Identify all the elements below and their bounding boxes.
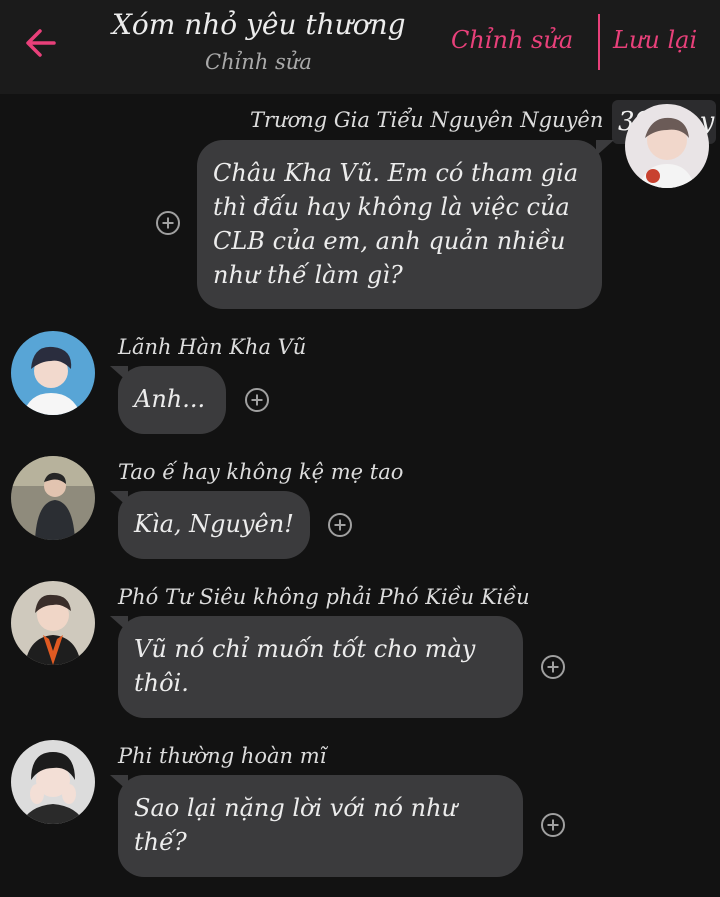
bubble-tail <box>110 366 128 382</box>
message-bubble[interactable]: Kìa, Nguyên! <box>118 491 310 559</box>
sender-name: Tao ế hay không kệ mẹ tao <box>118 460 404 484</box>
arrow-left-icon[interactable] <box>24 26 58 60</box>
message-bubble[interactable]: Sao lại nặng lời với nó như thế? <box>118 775 523 877</box>
avatar[interactable] <box>11 740 95 824</box>
plus-circle-icon[interactable] <box>155 210 181 236</box>
message-text: Sao lại nặng lời với nó như thế? <box>134 794 457 856</box>
edit-button[interactable]: Chỉnh sửa <box>451 26 573 54</box>
chat-title: Xóm nhỏ yêu thương <box>112 8 406 41</box>
bubble-tail <box>596 140 614 156</box>
avatar[interactable] <box>11 581 95 665</box>
plus-circle-icon[interactable] <box>244 387 270 413</box>
bubble-tail <box>110 491 128 507</box>
message-text: Anh... <box>134 385 206 413</box>
message-bubble[interactable]: Anh... <box>118 366 226 434</box>
sender-name: Lãnh Hàn Kha Vũ <box>118 335 307 359</box>
avatar[interactable] <box>11 331 95 415</box>
bubble-tail <box>110 775 128 791</box>
plus-circle-icon[interactable] <box>327 512 353 538</box>
avatar[interactable] <box>625 104 709 188</box>
chat-header: Xóm nhỏ yêu thương Chỉnh sửa Chỉnh sửa L… <box>0 0 720 94</box>
sender-name: Trương Gia Tiểu Nguyên Nguyên <box>250 108 604 132</box>
message-text: Kìa, Nguyên! <box>134 510 294 538</box>
header-divider <box>598 14 600 70</box>
message-text: Vũ nó chỉ muốn tốt cho mày thôi. <box>134 635 476 697</box>
bubble-tail <box>110 616 128 632</box>
message-text: Châu Kha Vũ. Em có tham gia thì đấu hay … <box>213 159 579 289</box>
avatar[interactable] <box>11 456 95 540</box>
save-button[interactable]: Lưu lại <box>613 26 697 54</box>
plus-circle-icon[interactable] <box>540 812 566 838</box>
message-bubble[interactable]: Vũ nó chỉ muốn tốt cho mày thôi. <box>118 616 523 718</box>
plus-circle-icon[interactable] <box>540 654 566 680</box>
sender-name: Phi thường hoàn mĩ <box>118 744 327 768</box>
sender-name: Phó Tư Siêu không phải Phó Kiều Kiều <box>118 585 530 609</box>
chat-subtitle: Chỉnh sửa <box>205 50 312 74</box>
message-bubble[interactable]: Châu Kha Vũ. Em có tham gia thì đấu hay … <box>197 140 602 309</box>
